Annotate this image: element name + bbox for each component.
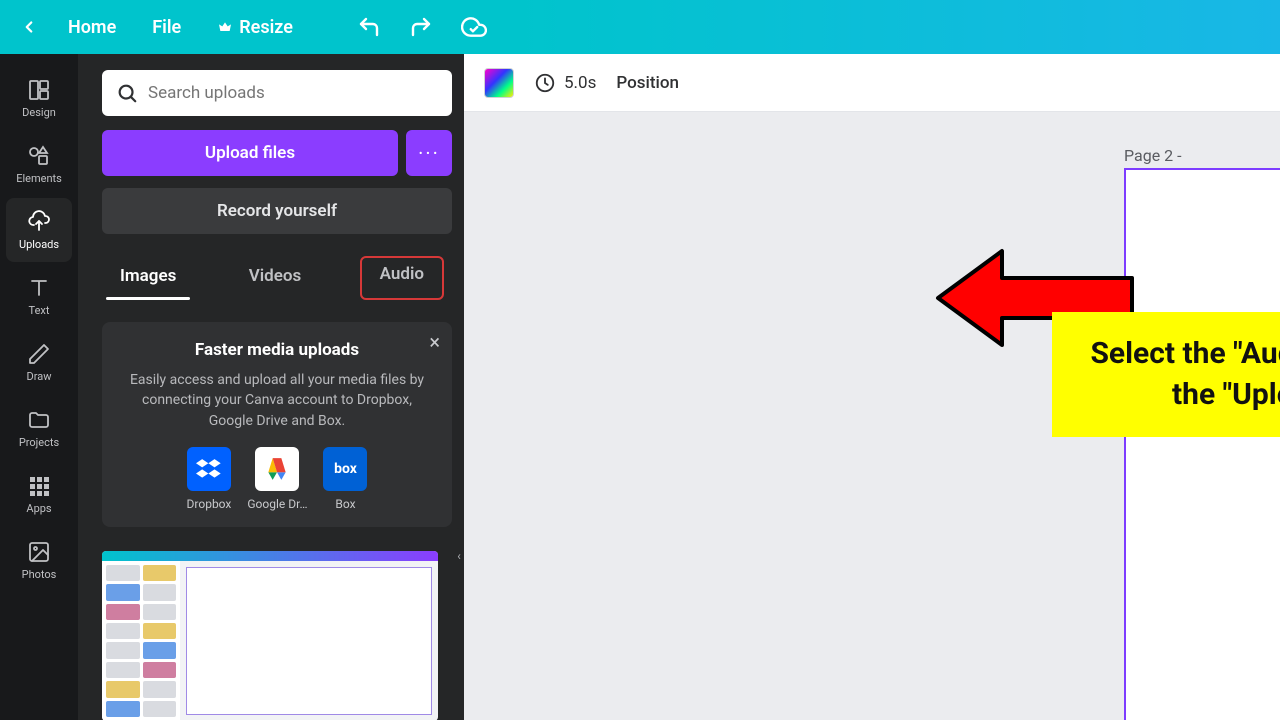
tab-audio-label: Audio — [380, 264, 424, 284]
rail-text[interactable]: Text — [6, 264, 72, 328]
tab-images-label: Images — [120, 266, 176, 286]
rail-draw[interactable]: Draw — [6, 330, 72, 394]
rail-apps-label: Apps — [26, 502, 51, 515]
uploads-panel: Upload files ··· Record yourself Images … — [78, 54, 464, 720]
upload-more-button[interactable]: ··· — [406, 130, 452, 176]
rail-uploads-label: Uploads — [19, 238, 59, 251]
redo-button[interactable] — [399, 9, 443, 45]
upload-thumbnail[interactable] — [102, 551, 438, 720]
promo-title: Faster media uploads — [122, 340, 432, 360]
record-yourself-button[interactable]: Record yourself — [102, 188, 452, 234]
record-yourself-label: Record yourself — [217, 201, 337, 221]
search-input[interactable] — [148, 83, 438, 103]
uploads-grid — [102, 551, 452, 720]
provider-dropbox-label: Dropbox — [187, 497, 232, 511]
tab-audio[interactable]: Audio — [360, 256, 444, 300]
clock-icon — [534, 72, 556, 94]
cloud-upload-icon — [27, 210, 51, 234]
search-input-wrap[interactable] — [102, 70, 452, 116]
page-duration[interactable]: 5.0s — [534, 72, 596, 94]
page-label: Page 2 - — [1124, 146, 1182, 165]
provider-gdrive[interactable]: Google Dr… — [247, 447, 307, 511]
rail-photos[interactable]: Photos — [6, 528, 72, 592]
home-label: Home — [68, 17, 116, 38]
topbar: Home File Resize — [0, 0, 1280, 54]
canvas-area: 5.0s Position Page 2 - Select the "Audio… — [464, 54, 1280, 720]
rail-projects-label: Projects — [19, 436, 59, 449]
canvas-page[interactable] — [1124, 168, 1280, 720]
rail-projects[interactable]: Projects — [6, 396, 72, 460]
gdrive-icon — [255, 447, 299, 491]
rail-apps[interactable]: Apps — [6, 462, 72, 526]
provider-dropbox[interactable]: Dropbox — [187, 447, 232, 511]
shapes-icon — [27, 144, 51, 168]
undo-button[interactable] — [347, 9, 391, 45]
file-label: File — [152, 17, 181, 38]
object-rail: Design Elements Uploads Text Draw Projec… — [0, 54, 78, 720]
rail-uploads[interactable]: Uploads — [6, 198, 72, 262]
resize-menu[interactable]: Resize — [203, 11, 307, 44]
rail-design-label: Design — [22, 106, 56, 119]
back-button[interactable] — [12, 12, 46, 42]
annotation-text: Select the "Audio" tab on the header of … — [1090, 336, 1280, 412]
search-icon — [116, 82, 138, 104]
tab-videos[interactable]: Videos — [235, 258, 316, 300]
faster-uploads-promo: × Faster media uploads Easily access and… — [102, 322, 452, 527]
box-icon: box — [323, 447, 367, 491]
promo-desc: Easily access and upload all your media … — [122, 370, 432, 431]
rail-draw-label: Draw — [27, 370, 52, 383]
uploads-tabs: Images Videos Audio — [102, 258, 452, 300]
annotation-callout: Select the "Audio" tab on the header of … — [1052, 312, 1280, 437]
templates-icon — [27, 78, 51, 102]
provider-box[interactable]: box Box — [323, 447, 367, 511]
rail-photos-label: Photos — [22, 568, 57, 581]
collapse-panel-button[interactable]: ‹ — [452, 528, 464, 584]
image-icon — [27, 540, 51, 564]
position-button[interactable]: Position — [616, 73, 679, 93]
position-label: Position — [616, 73, 679, 93]
pencil-icon — [27, 342, 51, 366]
upload-files-button[interactable]: Upload files — [102, 130, 398, 176]
dropbox-icon — [187, 447, 231, 491]
folder-icon — [27, 408, 51, 432]
file-menu[interactable]: File — [138, 11, 195, 44]
tab-videos-label: Videos — [249, 266, 302, 286]
rail-elements-label: Elements — [16, 172, 62, 185]
provider-box-label: Box — [335, 497, 355, 511]
upload-files-label: Upload files — [205, 143, 295, 163]
canvas-toolbar: 5.0s Position — [464, 54, 1280, 112]
close-icon[interactable]: × — [429, 330, 440, 354]
rail-elements[interactable]: Elements — [6, 132, 72, 196]
background-color-swatch[interactable] — [484, 68, 514, 98]
tab-images[interactable]: Images — [106, 258, 190, 300]
resize-label: Resize — [239, 17, 293, 38]
rail-text-label: Text — [29, 304, 50, 317]
cloud-save-icon[interactable] — [451, 8, 497, 46]
text-icon — [27, 276, 51, 300]
provider-gdrive-label: Google Dr… — [247, 497, 307, 511]
duration-value: 5.0s — [564, 73, 596, 93]
grid-icon — [27, 474, 51, 498]
rail-design[interactable]: Design — [6, 66, 72, 130]
home-button[interactable]: Home — [54, 11, 130, 44]
crown-icon — [217, 19, 233, 35]
